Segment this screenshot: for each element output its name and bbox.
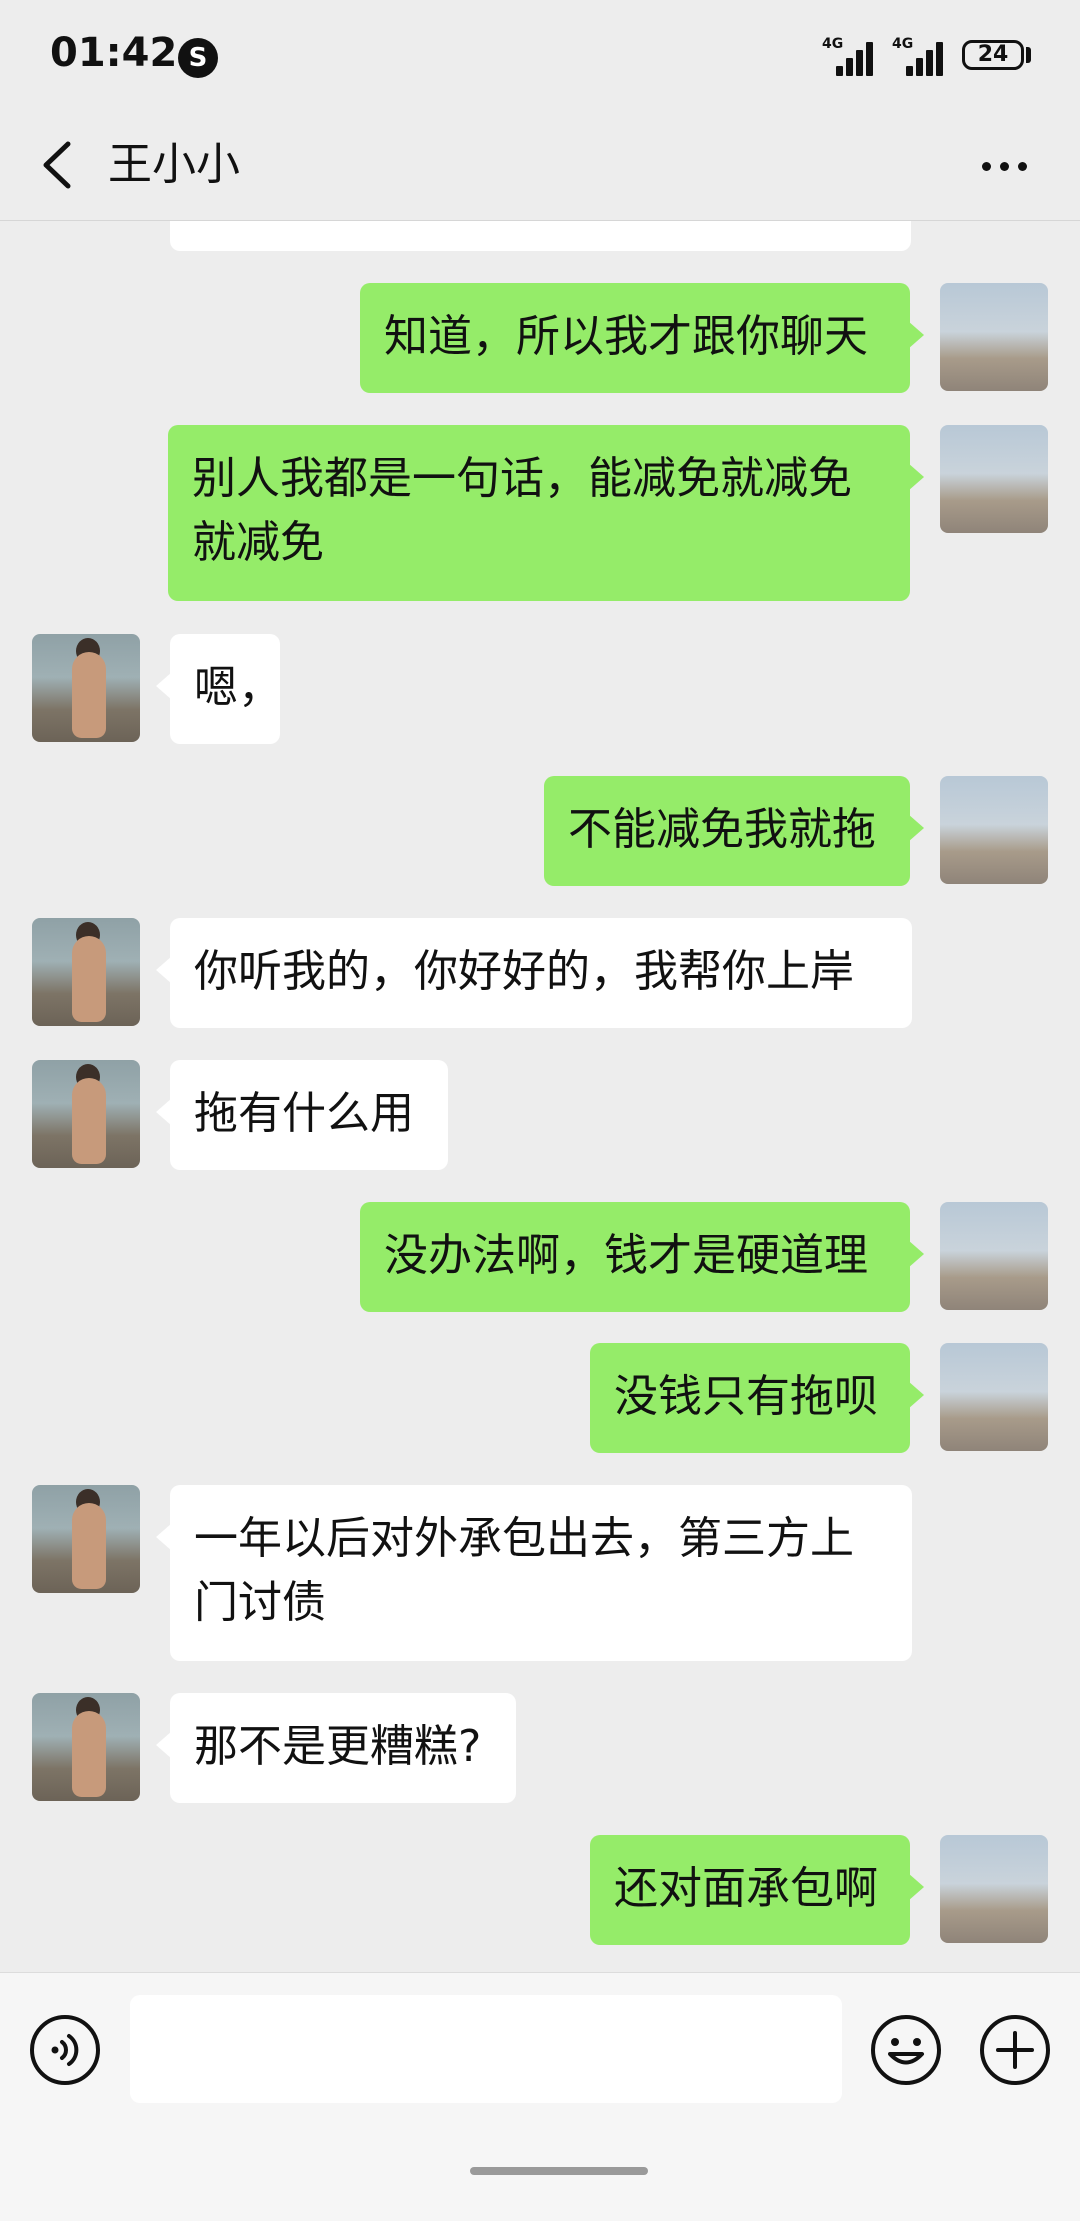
contact-avatar[interactable] xyxy=(32,1693,140,1801)
message-text: 嗯， xyxy=(194,662,282,713)
my-avatar[interactable] xyxy=(940,1202,1048,1310)
message-text: 还对面承包啊 xyxy=(614,1863,878,1914)
message-text: 知道，所以我才跟你聊天 xyxy=(384,311,868,362)
home-indicator[interactable] xyxy=(470,2167,648,2175)
contact-avatar[interactable] xyxy=(32,634,140,742)
voice-button[interactable] xyxy=(28,2013,102,2087)
back-button[interactable] xyxy=(30,132,90,198)
my-avatar[interactable] xyxy=(940,283,1048,391)
message-text: 不能减免我就拖 xyxy=(568,804,876,855)
more-options-button[interactable] xyxy=(972,140,1038,190)
battery-icon: 24 xyxy=(962,40,1024,70)
signal-strength-icon-2: 4G xyxy=(892,36,946,76)
message-text: 别人我都是一句话，能减免就减免就减免 xyxy=(192,453,852,568)
message-bubble-received[interactable]: 那不是更糟糕? xyxy=(156,1693,516,1803)
message-bubble-received[interactable]: 你听我的，你好好的，我帮你上岸 xyxy=(156,918,912,1028)
my-avatar[interactable] xyxy=(940,425,1048,533)
more-functions-button[interactable] xyxy=(978,2013,1052,2087)
voice-icon xyxy=(30,2015,100,2085)
message-bubble-sent[interactable]: 别人我都是一句话，能减免就减免就减免 xyxy=(168,425,924,601)
contact-avatar[interactable] xyxy=(32,1060,140,1168)
more-dots-icon xyxy=(982,162,991,171)
chat-title: 王小小 xyxy=(108,139,240,190)
input-bar xyxy=(0,1972,1080,2221)
notification-app-icon: S xyxy=(178,38,218,78)
signal-strength-icon: 4G xyxy=(822,36,876,76)
plus-icon xyxy=(980,2015,1050,2085)
battery-tip xyxy=(1026,47,1031,63)
message-text: 你听我的，你好好的，我帮你上岸 xyxy=(194,946,854,997)
message-bubble-sent[interactable]: 知道，所以我才跟你聊天 xyxy=(360,283,924,393)
contact-avatar[interactable] xyxy=(32,918,140,1026)
chat-header: 王小小 xyxy=(0,110,1080,221)
status-bar: 01:42 S 4G 4G 24 xyxy=(0,0,1080,110)
message-text: 拖有什么用 xyxy=(194,1088,414,1139)
emoji-button[interactable] xyxy=(869,2013,943,2087)
my-avatar[interactable] xyxy=(940,776,1048,884)
contact-avatar[interactable] xyxy=(32,1485,140,1593)
network-type-label-2: 4G xyxy=(892,36,914,52)
my-avatar[interactable] xyxy=(940,1343,1048,1451)
message-input[interactable] xyxy=(130,1995,842,2103)
message-bubble-partial[interactable] xyxy=(170,221,911,251)
emoji-icon xyxy=(871,2015,941,2085)
message-text: 没办法啊，钱才是硬道理 xyxy=(384,1230,868,1281)
message-list[interactable]: 知道，所以我才跟你聊天 别人我都是一句话，能减免就减免就减免 嗯， 不能减免我就… xyxy=(0,221,1080,1971)
message-bubble-sent[interactable]: 没钱只有拖呗 xyxy=(590,1343,924,1453)
message-text: 一年以后对外承包出去，第三方上门讨债 xyxy=(194,1513,854,1628)
chevron-left-icon xyxy=(43,141,71,189)
network-type-label: 4G xyxy=(822,36,844,52)
message-bubble-sent[interactable]: 还对面承包啊 xyxy=(590,1835,924,1945)
message-text: 那不是更糟糕? xyxy=(194,1721,482,1772)
message-bubble-sent[interactable]: 不能减免我就拖 xyxy=(544,776,924,886)
message-bubble-sent[interactable]: 没办法啊，钱才是硬道理 xyxy=(360,1202,924,1312)
message-bubble-received[interactable]: 拖有什么用 xyxy=(156,1060,448,1170)
message-bubble-received[interactable]: 一年以后对外承包出去，第三方上门讨债 xyxy=(156,1485,912,1661)
status-time: 01:42 xyxy=(50,30,178,76)
message-text: 没钱只有拖呗 xyxy=(614,1371,878,1422)
message-bubble-received[interactable]: 嗯， xyxy=(156,634,282,744)
my-avatar[interactable] xyxy=(940,1835,1048,1943)
